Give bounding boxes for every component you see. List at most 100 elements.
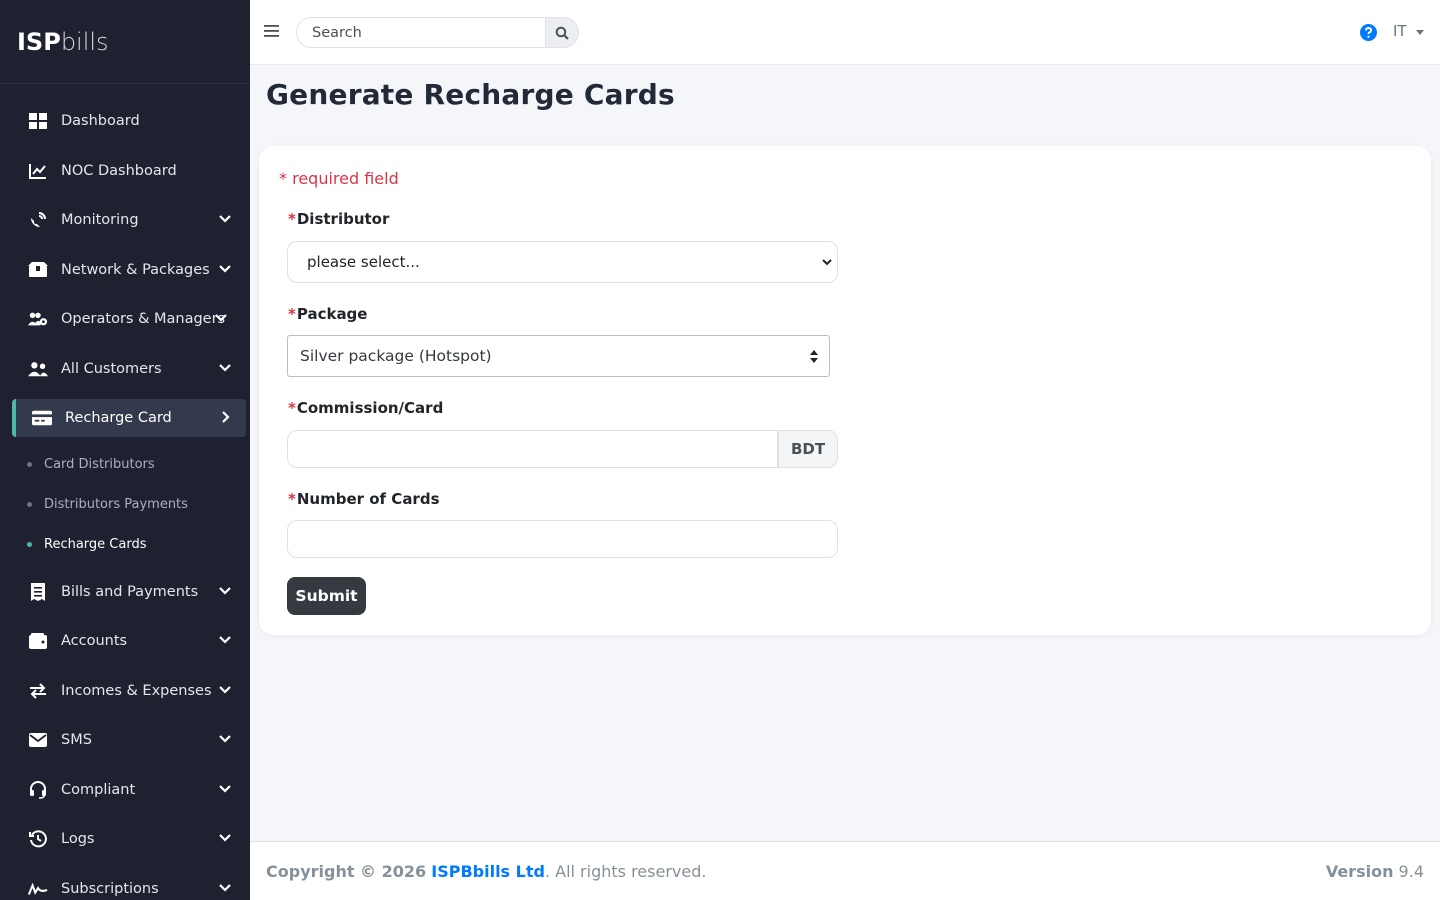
copyright-suffix: . All rights reserved. <box>544 862 707 881</box>
package-selected-value: Silver package (Hotspot) <box>300 347 492 365</box>
satellite-dish-icon <box>28 210 48 230</box>
sidebar-item-bills-payments[interactable]: Bills and Payments <box>12 573 246 611</box>
sidebar-item-label: Recharge Card <box>65 410 172 426</box>
page-title: Generate Recharge Cards <box>266 78 675 111</box>
sidebar-item-label: Accounts <box>61 633 128 649</box>
company-link[interactable]: ISPBbills Ltd <box>431 862 545 881</box>
recharge-card-subnav: Card Distributors Distributors Payments … <box>0 445 250 565</box>
boxes-icon <box>28 260 48 280</box>
copyright: Copyright © 2026 ISPBbills Ltd. All righ… <box>266 862 706 881</box>
version-info: Version 9.4 <box>1326 862 1424 881</box>
sidebar-item-label: Dashboard <box>61 113 140 129</box>
sidebar-item-label: Network & Packages <box>61 261 210 278</box>
dashboard-icon <box>28 111 48 131</box>
number-of-cards-label-text: Number of Cards <box>296 490 440 508</box>
hamburger-menu-icon[interactable] <box>264 24 280 38</box>
exchange-icon <box>28 681 48 701</box>
sidebar-item-label: Monitoring <box>61 212 139 228</box>
commission-label: *Commission/Card <box>288 399 443 417</box>
envelope-icon <box>28 730 48 750</box>
recharge-form-card: * required field *Distributor please sel… <box>259 146 1431 635</box>
required-star: * <box>288 490 296 508</box>
sidebar-item-network-packages[interactable]: Network & Packages <box>12 251 246 289</box>
chevron-down-icon <box>219 586 231 595</box>
search-bar <box>296 17 579 48</box>
sidebar-item-label: Subscriptions <box>61 880 159 897</box>
required-star: * <box>288 210 296 228</box>
sidebar-item-label: SMS <box>61 732 92 748</box>
chevron-down-icon <box>219 784 231 793</box>
user-friends-icon <box>28 359 48 379</box>
distributor-selected-value: please select... <box>307 253 420 271</box>
sidebar-subitem-label: Card Distributors <box>44 457 155 472</box>
package-label-text: Package <box>296 305 368 323</box>
receipt-icon <box>28 582 48 602</box>
sidebar-item-label: Incomes & Expenses <box>61 682 212 699</box>
version-label: Version <box>1325 862 1394 881</box>
chevron-down-icon <box>219 215 231 223</box>
commission-input[interactable] <box>287 430 778 468</box>
help-icon[interactable] <box>1360 24 1377 41</box>
chevron-down-icon <box>219 834 231 842</box>
sidebar-item-compliant[interactable]: Compliant <box>12 771 246 809</box>
sidebar-item-logs[interactable]: Logs <box>12 820 246 858</box>
number-of-cards-label: *Number of Cards <box>288 490 440 508</box>
caret-down-icon <box>1415 29 1424 35</box>
sidebar-subitem-label: Recharge Cards <box>44 537 147 552</box>
users-cog-icon <box>28 309 48 329</box>
sidebar-subitem-recharge-cards[interactable]: Recharge Cards <box>0 525 250 565</box>
package-label: *Package <box>288 305 367 323</box>
sidebar-item-all-customers[interactable]: All Customers <box>12 350 246 388</box>
commission-input-group: BDT <box>287 430 838 468</box>
sidebar-item-operators-managers[interactable]: Operators & Managers <box>12 300 246 338</box>
search-button[interactable] <box>546 17 579 48</box>
user-name: IT <box>1393 22 1407 40</box>
distributor-select[interactable]: please select... <box>287 241 838 283</box>
chevron-down-icon <box>219 363 231 372</box>
top-navbar: IT <box>250 0 1440 65</box>
sidebar-item-accounts[interactable]: Accounts <box>12 622 246 660</box>
copyright-prefix: Copyright © 2026 <box>266 862 427 881</box>
sidebar-item-recharge-card[interactable]: Recharge Card <box>12 399 246 437</box>
chevron-down-icon <box>219 636 231 644</box>
footer: Copyright © 2026 ISPBbills Ltd. All righ… <box>250 841 1440 900</box>
chevron-down-icon <box>219 883 231 892</box>
sort-updown-icon <box>810 350 818 363</box>
required-star: * <box>288 305 296 323</box>
sidebar-item-subscriptions[interactable]: Subscriptions <box>12 870 246 900</box>
sidebar-item-label: All Customers <box>61 360 162 377</box>
sidebar-item-dashboard[interactable]: Dashboard <box>12 102 246 140</box>
sidebar-subitem-label: Distributors Payments <box>44 497 188 512</box>
sidebar-item-incomes-expenses[interactable]: Incomes & Expenses <box>12 672 246 710</box>
brand-logo[interactable]: ISP bills <box>0 0 250 84</box>
chevron-down-icon <box>219 685 231 694</box>
history-icon <box>28 829 48 849</box>
distributor-label: *Distributor <box>288 210 389 228</box>
brand-light: bills <box>60 27 109 56</box>
package-select[interactable]: Silver package (Hotspot) <box>287 335 830 377</box>
chevron-right-icon <box>222 411 230 423</box>
sidebar-item-label: Operators & Managers <box>61 311 226 327</box>
chevron-down-icon <box>822 259 832 266</box>
sidebar-subitem-card-distributors[interactable]: Card Distributors <box>0 445 250 485</box>
sidebar: ISP bills Dashboard NOC Dashboard Monitor… <box>0 0 250 900</box>
number-of-cards-input[interactable] <box>287 520 838 558</box>
signature-icon <box>28 879 48 899</box>
bullet-icon <box>27 462 32 467</box>
search-input[interactable] <box>296 17 546 48</box>
chevron-down-icon <box>219 264 231 273</box>
submit-button[interactable]: Submit <box>287 577 366 615</box>
user-dropdown[interactable]: IT <box>1393 22 1424 40</box>
credit-card-icon <box>32 408 52 428</box>
sidebar-subitem-distributors-payments[interactable]: Distributors Payments <box>0 485 250 525</box>
sidebar-nav: Dashboard NOC Dashboard Monitoring Netwo… <box>0 102 250 900</box>
sidebar-item-monitoring[interactable]: Monitoring <box>12 201 246 239</box>
chart-line-icon <box>28 161 48 181</box>
sidebar-item-label: Compliant <box>61 781 136 798</box>
bullet-icon <box>27 502 32 507</box>
sidebar-item-noc-dashboard[interactable]: NOC Dashboard <box>12 152 246 190</box>
distributor-label-text: Distributor <box>296 210 390 228</box>
sidebar-item-sms[interactable]: SMS <box>12 721 246 759</box>
required-field-note: * required field <box>279 169 399 188</box>
wallet-icon <box>28 631 48 651</box>
